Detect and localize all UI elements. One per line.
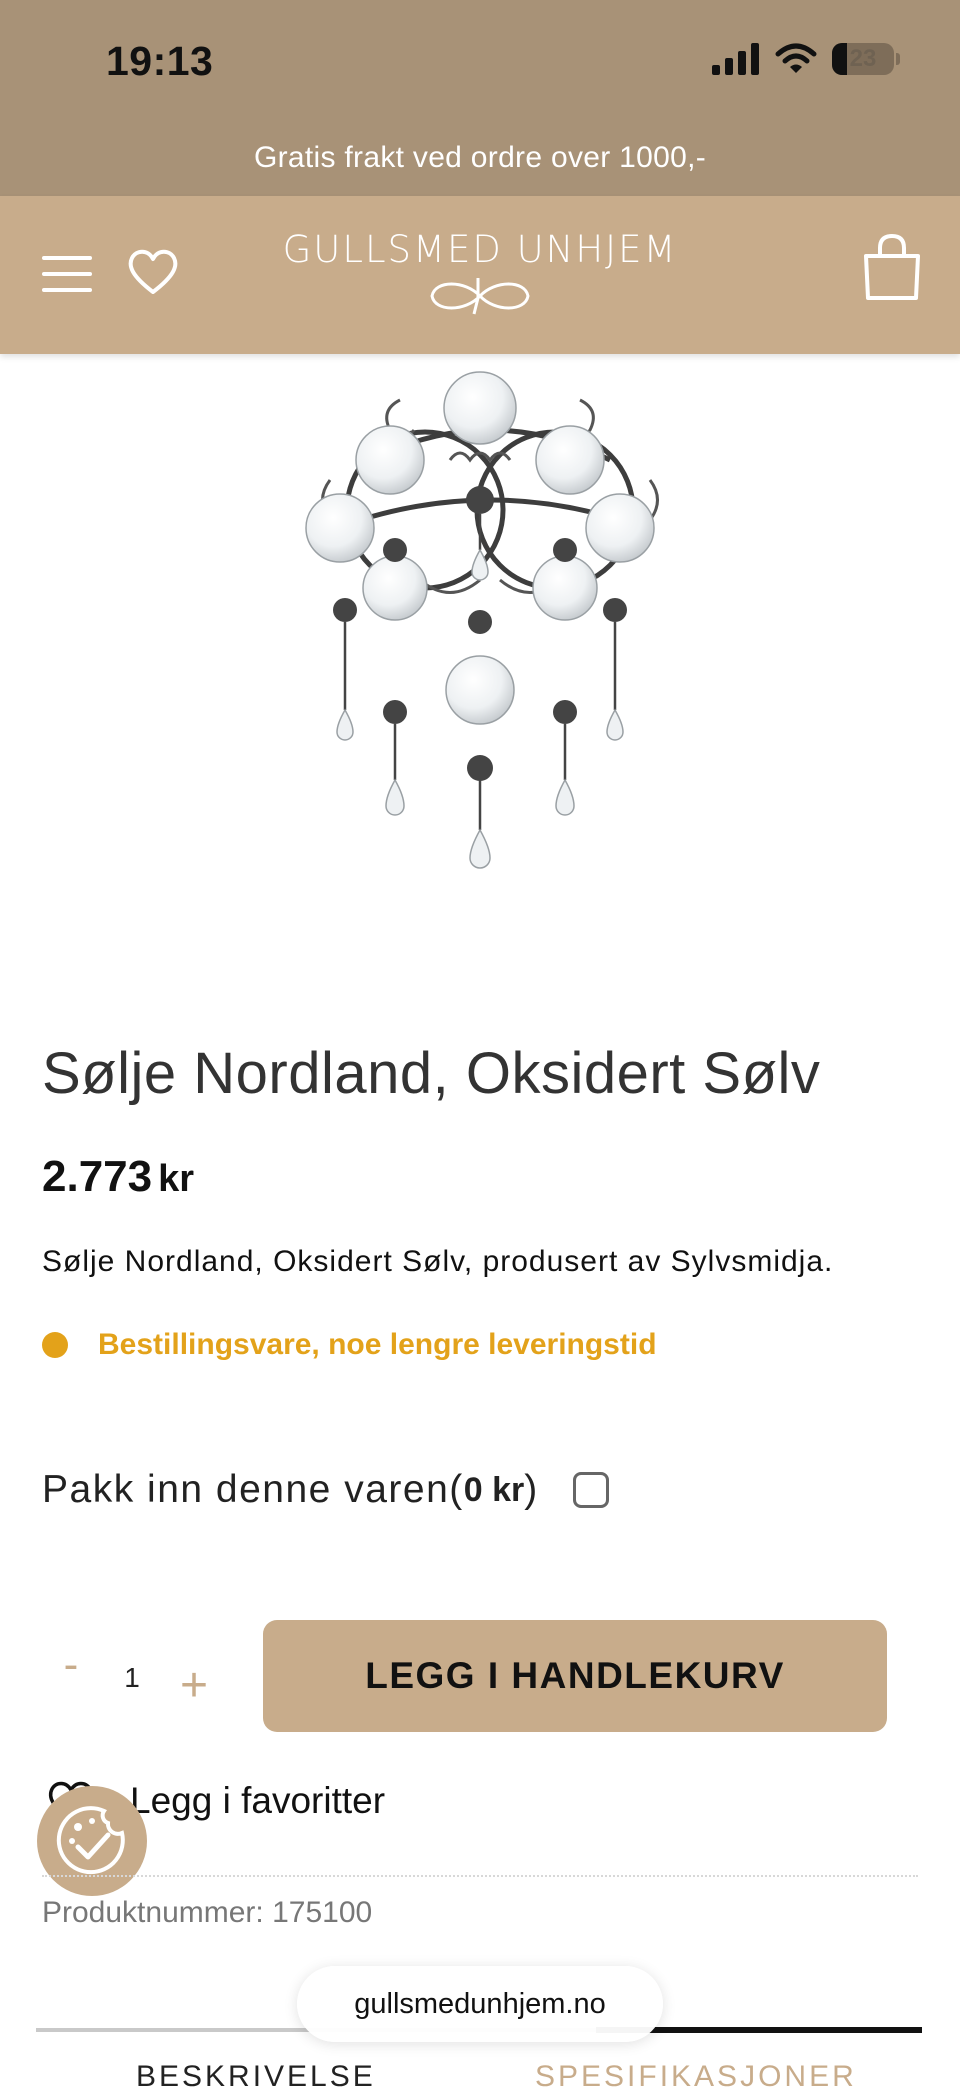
stock-status-text: Bestillingsvare, noe lengre leveringstid — [98, 1328, 657, 1361]
status-icons: 23 — [712, 42, 900, 76]
wifi-icon — [775, 43, 817, 73]
add-to-favorites-label: Legg i favoritter — [130, 1780, 386, 1821]
gift-wrap-checkbox[interactable] — [572, 1472, 609, 1508]
browser-url-bar[interactable]: gullsmedunhjem.no — [297, 1966, 663, 2042]
battery-indicator: 23 — [832, 43, 894, 75]
logo-flourish-icon — [430, 278, 530, 315]
battery-level: 23 — [849, 45, 877, 72]
gift-wrap-option: Pakk inn denne varen(0 kr) — [42, 1468, 609, 1512]
promo-bar: Gratis frakt ved ordre over 1000,- — [0, 120, 960, 196]
status-time: 19:13 — [106, 38, 214, 84]
divider — [42, 1875, 918, 1877]
site-logo[interactable]: GULLSMED UNHJEM — [280, 228, 680, 324]
product-title: Sølje Nordland, Oksidert Sølv — [42, 1041, 821, 1106]
cookie-consent-button[interactable] — [37, 1786, 147, 1896]
gift-wrap-suffix: ) — [524, 1468, 539, 1511]
product-short-description: Sølje Nordland, Oksidert Sølv, produsert… — [42, 1245, 834, 1278]
add-to-cart-button[interactable]: LEGG I HANDLEKURV — [263, 1620, 887, 1732]
logo-text: GULLSMED UNHJEM — [282, 228, 678, 271]
cookie-check-icon — [56, 1806, 125, 1875]
price-amount: 2.773 — [42, 1152, 153, 1201]
tab-description[interactable]: BESKRIVELSE — [136, 2060, 376, 2094]
site-header: GULLSMED UNHJEM — [0, 196, 960, 354]
add-to-cart-label: LEGG I HANDLEKURV — [365, 1655, 785, 1696]
tab-specifications[interactable]: SPESIFIKASJONER — [535, 2060, 857, 2094]
promo-text: Gratis frakt ved ordre over 1000,- — [253, 141, 707, 174]
browser-url-text: gullsmedunhjem.no — [354, 1987, 606, 2020]
quantity-increase-button[interactable]: + — [176, 1662, 212, 1710]
stock-status: Bestillingsvare, noe lengre leveringstid — [42, 1328, 657, 1362]
status-bar: 19:13 23 — [0, 0, 960, 120]
price-currency: kr — [158, 1158, 195, 1200]
shopping-bag-icon[interactable] — [860, 232, 924, 302]
product-price: 2.773 kr — [42, 1152, 194, 1202]
stock-status-dot-icon — [42, 1332, 68, 1358]
wishlist-heart-icon[interactable] — [126, 246, 180, 296]
product-number: Produktnummer: 175100 — [42, 1896, 373, 1929]
signal-icon — [712, 43, 759, 75]
quantity-value[interactable]: 1 — [120, 1662, 144, 1694]
gift-wrap-price: 0 kr — [463, 1470, 525, 1509]
quantity-decrease-button[interactable]: - — [56, 1643, 86, 1687]
hamburger-menu-icon[interactable] — [42, 254, 92, 294]
product-image[interactable] — [300, 360, 680, 880]
gift-wrap-label: Pakk inn denne varen( — [42, 1468, 464, 1511]
